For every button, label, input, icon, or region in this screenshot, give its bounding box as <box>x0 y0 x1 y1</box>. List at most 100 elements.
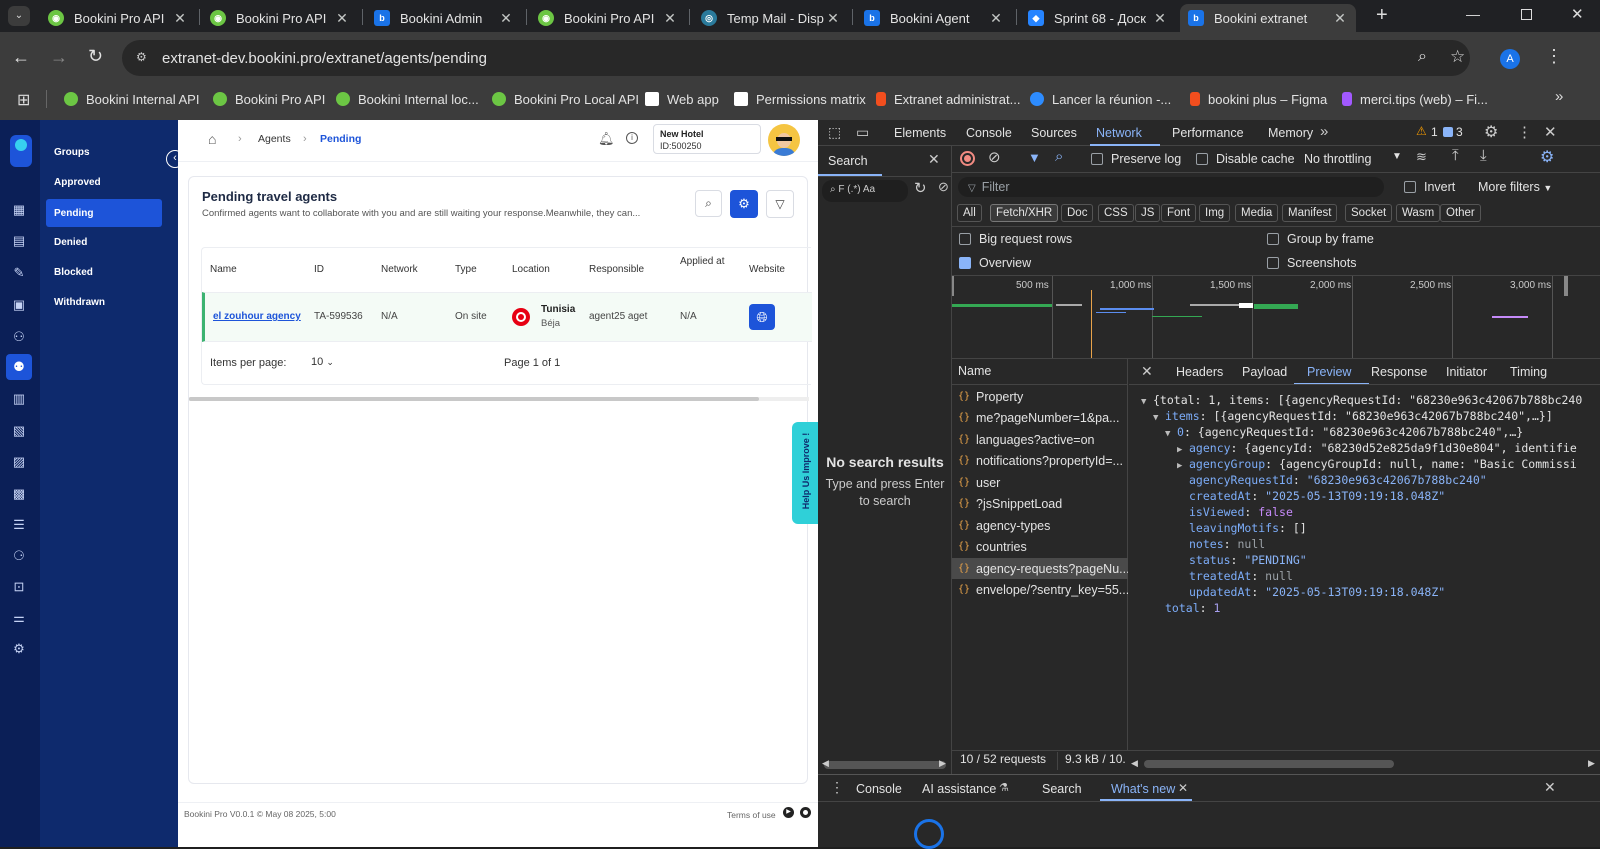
dashboard-icon[interactable]: ▦ <box>11 202 27 218</box>
invert-checkbox[interactable]: Invert <box>1404 180 1455 194</box>
money-icon[interactable]: ▩ <box>11 486 27 502</box>
detail-scroll-left-icon[interactable]: ◀ <box>1131 758 1138 769</box>
site-info-icon[interactable]: ⚙ <box>136 50 147 64</box>
detail-tab-timing[interactable]: Timing <box>1510 365 1547 379</box>
browser-tab[interactable]: ◉ Bookini Pro API ✕ <box>202 4 358 32</box>
close-icon[interactable]: ✕ <box>988 10 1004 27</box>
request-row[interactable]: {} me?pageNumber=1&pa... <box>958 407 1128 428</box>
export-har-icon[interactable]: ⤓ <box>1480 147 1487 164</box>
close-search-icon[interactable]: ✕ <box>928 151 940 168</box>
browser-tab-active[interactable]: b Bookini extranet ✕ <box>1180 4 1356 32</box>
import-har-icon[interactable]: ⤒ <box>1452 147 1459 164</box>
record-icon[interactable] <box>800 807 811 818</box>
close-devtools-icon[interactable]: ✕ <box>1544 123 1557 141</box>
close-window-button[interactable]: ✕ <box>1571 5 1584 23</box>
detail-horizontal-scrollbar[interactable] <box>1144 760 1394 768</box>
apps-grid-icon[interactable]: ⊞ <box>17 90 30 110</box>
request-row[interactable]: {} notifications?propertyId=... <box>958 450 1128 471</box>
close-icon[interactable]: ✕ <box>825 10 841 27</box>
devtools-tab-network[interactable]: Network <box>1096 126 1142 140</box>
sidebar-item-blocked[interactable]: Blocked <box>46 258 162 286</box>
filter-funnel-icon[interactable]: ▼ <box>1028 150 1041 165</box>
big-request-rows-checkbox[interactable]: Big request rows <box>959 232 1072 246</box>
reload-icon[interactable]: ↻ <box>88 46 103 67</box>
type-filter-img[interactable]: Img <box>1199 204 1231 222</box>
overview-checkbox[interactable]: Overview <box>959 256 1031 270</box>
json-items[interactable]: ▼ items: [{agencyRequestId: "68230e963c42… <box>1153 409 1553 423</box>
request-row[interactable]: {} agency-types <box>958 515 1128 536</box>
clear-search-icon[interactable]: ⊘ <box>938 179 949 195</box>
detail-tab-preview[interactable]: Preview <box>1307 365 1351 379</box>
request-row[interactable]: {} user <box>958 472 1128 493</box>
screenshots-checkbox[interactable]: Screenshots <box>1267 256 1356 270</box>
disable-cache-checkbox[interactable]: Disable cache <box>1196 152 1295 166</box>
info-icon[interactable]: i <box>626 132 638 144</box>
refresh-search-icon[interactable]: ↻ <box>914 179 927 197</box>
type-filter-font[interactable]: Font <box>1161 204 1197 222</box>
group-by-frame-checkbox[interactable]: Group by frame <box>1267 232 1374 246</box>
preserve-log-checkbox[interactable]: Preserve log <box>1091 152 1181 166</box>
search-scroll-left-icon[interactable]: ◀ <box>822 758 829 769</box>
hierarchy-icon[interactable]: ⊡ <box>11 579 27 595</box>
user-avatar[interactable] <box>768 124 800 156</box>
browser-tab[interactable]: b Bookini Agent ✕ <box>856 4 1012 32</box>
users-icon[interactable]: ⚆ <box>11 548 27 564</box>
type-filter-media[interactable]: Media <box>1235 204 1279 222</box>
detail-tab-response[interactable]: Response <box>1371 365 1427 379</box>
request-row[interactable]: {} countries <box>958 536 1128 557</box>
report-icon[interactable]: ▧ <box>11 423 27 439</box>
back-arrow-icon[interactable]: ← <box>12 47 30 68</box>
drawer-tab-console[interactable]: Console <box>856 782 902 796</box>
sidebar-item-groups[interactable]: Groups <box>46 138 162 166</box>
devtools-tab-performance[interactable]: Performance <box>1172 126 1244 140</box>
document-icon[interactable]: ▣ <box>11 297 27 313</box>
warning-icon[interactable]: ⚠ <box>1416 124 1427 138</box>
type-filter-css[interactable]: CSS <box>1098 204 1134 222</box>
bookmark-item[interactable]: Web app <box>645 87 719 111</box>
sidebar-item-approved[interactable]: Approved <box>46 168 162 196</box>
browser-tab[interactable]: b Bookini Admin ✕ <box>366 4 522 32</box>
invoice-icon[interactable]: ▨ <box>11 454 27 470</box>
clear-log-icon[interactable]: ⊘ <box>988 148 1001 166</box>
request-row[interactable]: {} envelope/?sentry_key=55... <box>958 579 1128 600</box>
devtools-tab-sources[interactable]: Sources <box>1031 126 1077 140</box>
close-detail-icon[interactable]: ✕ <box>1141 363 1153 380</box>
browser-menu-icon[interactable]: ⋮ <box>1545 46 1563 67</box>
network-search-icon[interactable]: ⌕ <box>1055 148 1063 165</box>
close-icon[interactable]: ✕ <box>172 10 188 27</box>
bookmark-item[interactable]: bookini plus – Figma <box>1190 87 1327 111</box>
request-row[interactable]: {} ?jsSnippetLoad <box>958 493 1128 514</box>
devtools-tab-elements[interactable]: Elements <box>894 126 946 140</box>
close-drawer-icon[interactable]: ✕ <box>1544 779 1556 796</box>
device-toolbar-icon[interactable]: ▭ <box>856 124 869 141</box>
network-settings-icon[interactable]: ⚙ <box>1540 147 1554 167</box>
new-tab-button[interactable]: + <box>1376 4 1388 27</box>
agent-name-link[interactable]: el zouhour agency <box>213 311 301 322</box>
edit-icon[interactable]: ✎ <box>11 265 27 281</box>
more-tabs-icon[interactable]: » <box>1320 123 1328 140</box>
inspect-element-icon[interactable]: ⬚ <box>828 124 841 141</box>
settings-button[interactable]: ⚙ <box>730 190 758 218</box>
wallet-icon[interactable]: ▥ <box>11 391 27 407</box>
bookmark-item[interactable]: Bookini Internal API <box>64 87 199 111</box>
type-filter-doc[interactable]: Doc <box>1061 204 1094 222</box>
more-filters-button[interactable]: More filters ▼ <box>1478 180 1552 194</box>
website-globe-button[interactable]: 🌐︎ <box>749 304 775 330</box>
type-filter-wasm[interactable]: Wasm <box>1396 204 1441 222</box>
bookmark-item[interactable]: Lancer la réunion -... <box>1030 87 1171 111</box>
throttling-select[interactable]: No throttling ▼ <box>1304 151 1402 166</box>
profile-avatar[interactable]: A <box>1500 49 1520 69</box>
detail-tab-initiator[interactable]: Initiator <box>1446 365 1487 379</box>
json-agency-group[interactable]: ▶ agencyGroup: {agencyGroupId: null, name… <box>1177 457 1577 471</box>
bookmark-item[interactable]: Bookini Pro Local API <box>492 87 639 111</box>
terms-of-use-link[interactable]: Terms of use <box>727 810 776 820</box>
type-filter-manifest[interactable]: Manifest <box>1282 204 1338 222</box>
bookmarks-overflow-icon[interactable]: » <box>1555 88 1563 105</box>
breadcrumb-agents[interactable]: Agents <box>258 133 291 145</box>
type-filter-fetch-xhr[interactable]: Fetch/XHR <box>990 204 1059 222</box>
browser-tab[interactable]: ◎ Temp Mail - Disp ✕ <box>693 4 849 32</box>
browser-tab[interactable]: ◆ Sprint 68 - Доск ✕ <box>1020 4 1176 32</box>
close-icon[interactable]: ✕ <box>1152 10 1168 27</box>
bookmark-star-icon[interactable]: ☆ <box>1450 47 1465 67</box>
bookmark-item[interactable]: Extranet administrat... <box>876 87 1020 111</box>
